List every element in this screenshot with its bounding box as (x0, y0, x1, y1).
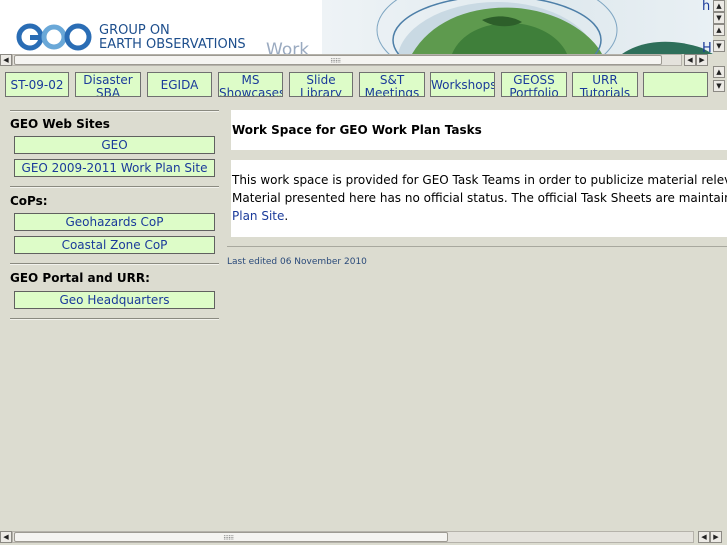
sidebar-link-coastal-zone-cop[interactable]: Coastal Zone CoP (14, 236, 215, 254)
scroll-right-button[interactable]: ▶ (710, 531, 722, 543)
heading-geo-web-sites: GEO Web Sites (10, 117, 110, 131)
page-title: Work Space for GEO Work Plan Tasks (232, 123, 482, 137)
tabs-scroll-down-button[interactable]: ▼ (713, 80, 725, 92)
tab-workshops[interactable]: Workshops (430, 72, 495, 97)
header-scroll-right-button[interactable]: ▶ (696, 54, 708, 66)
tab-egida[interactable]: EGIDA (147, 72, 212, 97)
grip-icon: ⠿⠿⠿ (223, 535, 234, 542)
hscroll-thumb[interactable]: ⠿⠿⠿ (14, 532, 448, 542)
header-scroll-left-button-2[interactable]: ◀ (684, 54, 696, 66)
geo-logo (16, 23, 92, 51)
tab-urr-tutorials[interactable]: URR Tutorials (572, 72, 638, 97)
tab-label: ST-09-02 (10, 78, 64, 92)
description-text: This work space is provided for GEO Task… (232, 171, 727, 225)
tab-label: MS Showcases (219, 73, 283, 97)
header-scroll-down-button-2[interactable]: ▼ (713, 40, 725, 52)
tab-blank[interactable] (643, 72, 708, 97)
header-scroll-up-button-2[interactable]: ▲ (713, 24, 725, 36)
tab-label: Disaster SBA (83, 73, 133, 97)
last-edited: Last edited 06 November 2010 (227, 257, 367, 267)
main-content: Work Space for GEO Work Plan Tasks This … (227, 97, 727, 530)
globe-graphic (376, 0, 713, 54)
work-plan-site-link[interactable]: Plan Site (232, 209, 284, 223)
grip-icon: ⠿⠿⠿ (330, 58, 341, 65)
tab-label: GEOSS Portfolio (509, 73, 559, 97)
header-frame: GROUP ON EARTH OBSERVATIONS Work h H (0, 0, 713, 54)
tabs-frame: ST-09-02 Disaster SBA EGIDA MS Showcases… (0, 68, 713, 97)
header-scroll-up-button[interactable]: ▲ (713, 0, 725, 12)
tab-ms-showcases[interactable]: MS Showcases (218, 72, 283, 97)
header-hscroll-track[interactable]: ⠿⠿⠿ (12, 54, 682, 66)
tab-st-meetings[interactable]: S&T Meetings (359, 72, 425, 97)
tab-label: S&T Meetings (364, 73, 420, 97)
divider (227, 246, 727, 247)
title-box: Work Space for GEO Work Plan Tasks (231, 110, 727, 150)
heading-geo-portal-urr: GEO Portal and URR: (10, 271, 150, 285)
tab-label: Workshops (431, 78, 495, 92)
tab-label: Slide Library (300, 73, 342, 97)
header-scroll-down-button[interactable]: ▼ (713, 12, 725, 24)
sidebar: GEO Web Sites GEO GEO 2009-2011 Work Pla… (0, 97, 226, 530)
sidebar-link-geo-headquarters[interactable]: Geo Headquarters (14, 291, 215, 309)
tab-geoss-portfolio[interactable]: GEOSS Portfolio (501, 72, 567, 97)
tab-label: URR Tutorials (579, 73, 631, 97)
header-scroll-left-button[interactable]: ◀ (0, 54, 12, 66)
sidebar-link-geohazards-cop[interactable]: Geohazards CoP (14, 213, 215, 231)
header-link-bottom[interactable]: H (702, 41, 712, 54)
divider (10, 263, 219, 265)
tabs-scroll-up-button[interactable]: ▲ (713, 66, 725, 78)
description-line-1: This work space is provided for GEO Task… (232, 173, 727, 187)
heading-cops: CoPs: (10, 194, 48, 208)
scroll-left-button[interactable]: ◀ (0, 531, 12, 543)
tab-slide-library[interactable]: Slide Library (289, 72, 353, 97)
tab-st-09-02[interactable]: ST-09-02 (5, 72, 69, 97)
sidebar-link-geo[interactable]: GEO (14, 136, 215, 154)
org-name: GROUP ON EARTH OBSERVATIONS (99, 24, 246, 52)
banner-image (322, 0, 713, 54)
description-box: This work space is provided for GEO Task… (231, 160, 727, 237)
tab-disaster-sba[interactable]: Disaster SBA (75, 72, 141, 97)
description-line-2: Material presented here has no official … (232, 191, 727, 205)
org-name-line2: EARTH OBSERVATIONS (99, 37, 246, 52)
org-name-line1: GROUP ON (99, 23, 170, 38)
divider (10, 110, 219, 112)
bottom-scrollbar: ◀ ⠿⠿⠿ ◀ ▶ (0, 530, 727, 545)
hscroll-track[interactable]: ⠿⠿⠿ (12, 531, 694, 543)
description-end: . (284, 209, 289, 223)
banner-text: Work (266, 40, 310, 54)
scroll-left-button-2[interactable]: ◀ (698, 531, 710, 543)
divider (10, 186, 219, 188)
description-line-3: Plan Site. (232, 207, 727, 225)
header-hscroll-thumb[interactable]: ⠿⠿⠿ (14, 55, 662, 65)
tab-label: EGIDA (160, 78, 199, 92)
tab-label (644, 73, 707, 74)
header-link-top[interactable]: h (702, 0, 710, 14)
sidebar-link-work-plan-site[interactable]: GEO 2009-2011 Work Plan Site (14, 159, 215, 177)
divider (10, 318, 219, 320)
